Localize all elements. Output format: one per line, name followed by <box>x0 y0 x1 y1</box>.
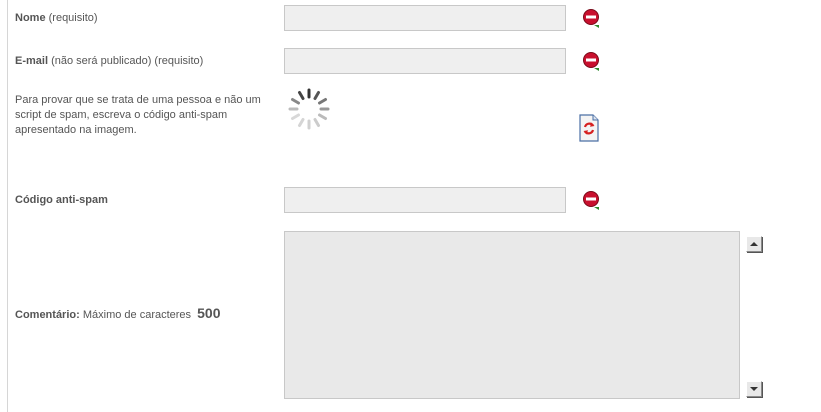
name-input[interactable] <box>284 5 566 31</box>
scroll-up-button[interactable] <box>746 236 762 252</box>
loading-spinner-icon <box>288 88 330 130</box>
email-label: E-mail (não será publicado) (requisito) <box>15 55 204 67</box>
captcha-instructions: Para provar que se trata de uma pessoa e… <box>15 94 261 136</box>
scroll-down-button[interactable] <box>746 381 762 397</box>
email-input[interactable] <box>284 48 566 74</box>
name-error-icon <box>583 9 599 28</box>
antispam-error-icon <box>583 191 599 210</box>
arrow-down-icon <box>750 387 758 391</box>
name-label: Nome (requisito) <box>15 12 98 24</box>
antispam-label: Código anti-spam <box>15 194 108 206</box>
email-error-icon <box>583 52 599 71</box>
comment-textarea[interactable] <box>284 231 740 399</box>
max-chars-count: 500 <box>197 305 221 321</box>
arrow-up-icon <box>750 242 758 246</box>
refresh-icon[interactable] <box>577 113 601 143</box>
form-left-border <box>7 0 8 412</box>
comment-label: Comentário: Máximo de caracteres 500 <box>15 305 221 321</box>
antispam-input[interactable] <box>284 187 566 213</box>
